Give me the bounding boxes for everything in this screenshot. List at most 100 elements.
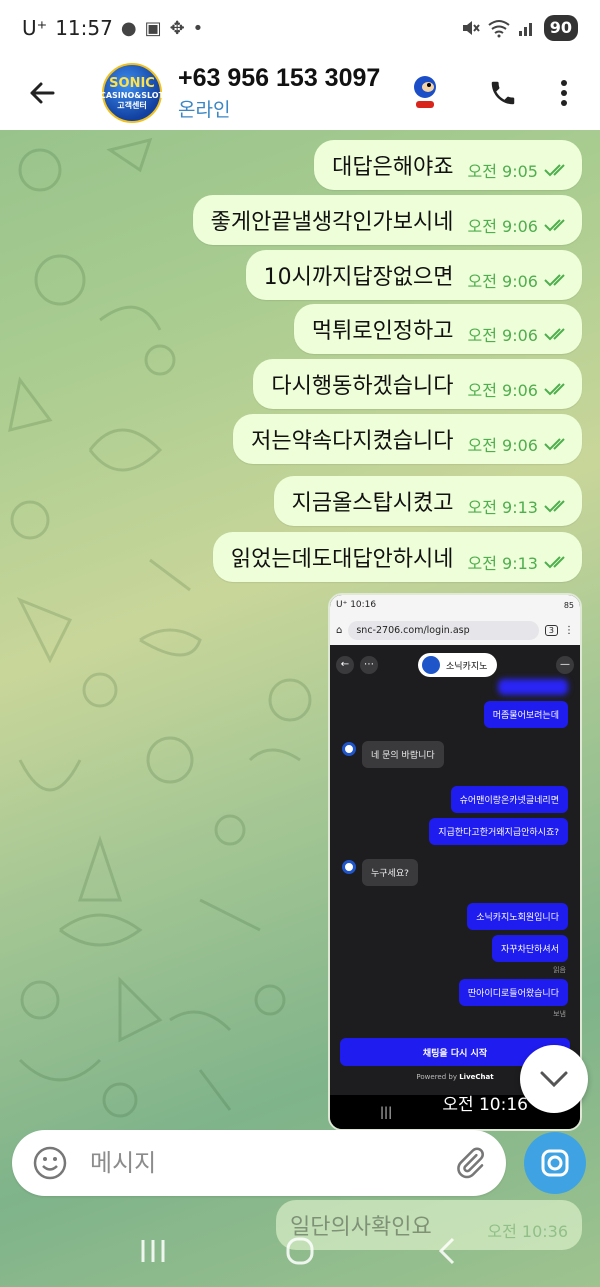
contact-info[interactable]: +63 956 153 3097 온라인 <box>178 64 408 122</box>
image-message-time: 오전 10:16 <box>442 1095 528 1115</box>
recent-apps-button[interactable] <box>123 1238 183 1271</box>
shot-agent-avatar <box>342 742 356 756</box>
more-options-button[interactable] <box>542 68 586 118</box>
shot-read-label: 읽음 <box>553 966 566 974</box>
double-check-icon <box>544 219 565 232</box>
double-check-icon <box>544 500 565 513</box>
shot-livechat-window: ← ⋯ 소닉카지노 — 머좀물어보려는데 네 문의 바랍니다 슈어맨이랑온카넷글… <box>330 645 580 1095</box>
message-bubble[interactable]: 다시행동하겠습니다 오전 9:06 <box>253 359 582 409</box>
more-vertical-icon <box>561 80 567 106</box>
back-button[interactable] <box>12 63 72 123</box>
attach-button[interactable] <box>450 1143 490 1183</box>
shot-status-time: U⁺ 10:16 <box>336 600 377 610</box>
recent-apps-icon <box>141 1240 165 1262</box>
shot-chat-bubble: 지급한다고한거왜지급안하시죠? <box>429 818 568 845</box>
double-check-icon <box>544 274 565 287</box>
system-nav-bar <box>0 1222 600 1287</box>
signal-icon <box>518 23 532 36</box>
phone-icon <box>491 81 515 105</box>
call-button[interactable] <box>478 68 528 118</box>
shot-status-bar: U⁺ 10:16 85 <box>330 595 580 615</box>
arrow-left-icon: ← <box>336 656 354 674</box>
shot-blurred-message <box>498 679 568 695</box>
paperclip-icon <box>457 1147 484 1179</box>
chevron-left-icon <box>438 1237 454 1265</box>
message-input[interactable] <box>90 1149 420 1177</box>
shot-browser-bar: ⌂ snc-2706.com/login.asp 3 ⋮ <box>330 615 580 645</box>
shot-sent-label: 보냄 <box>553 1010 566 1018</box>
shot-chat-bubble: 소닉카지노회원입니다 <box>467 903 568 930</box>
message-bubble[interactable]: 먹튀로인정하고 오전 9:06 <box>293 304 582 354</box>
more-horizontal-icon: ⋯ <box>360 656 378 674</box>
shot-agent-avatar <box>342 860 356 874</box>
shot-powered-label: Powered by <box>416 1073 457 1081</box>
message-time: 오전 9:06 <box>467 436 538 455</box>
message-text: 좋게안끝낼생각인가보시네 <box>210 210 454 235</box>
double-check-icon <box>544 164 565 177</box>
message-text: 먹튀로인정하고 <box>311 319 454 344</box>
shot-chat-top: ← ⋯ 소닉카지노 — <box>330 651 580 679</box>
message-time: 오전 9:13 <box>467 498 538 517</box>
message-time: 오전 9:06 <box>467 326 538 345</box>
message-time: 오전 9:06 <box>467 272 538 291</box>
shot-chat-bubble: 머좀물어보려는데 <box>483 701 568 728</box>
message-text: 읽었는데도대답안하시네 <box>230 547 454 572</box>
message-text: 10시까지답장없으면 <box>263 265 454 290</box>
arrow-left-icon <box>30 82 55 104</box>
back-nav-button[interactable] <box>417 1236 477 1273</box>
message-text: 저는약속다지켰습니다 <box>251 429 454 454</box>
clock: 11:57 <box>55 16 113 40</box>
emoji-button[interactable] <box>30 1143 70 1183</box>
carrier-label: U⁺ <box>22 16 48 40</box>
smiley-icon <box>33 1146 67 1180</box>
avatar-logo-text: SONIC <box>109 75 155 91</box>
message-time: 오전 9:06 <box>467 217 538 236</box>
sonic-emoji-icon <box>414 76 436 108</box>
shot-chat-bubble: 슈어맨이랑온카넷글네리면 <box>450 786 568 813</box>
shot-brand-pill: 소닉카지노 <box>418 653 498 677</box>
shot-battery: 85 <box>563 600 574 610</box>
contact-name: +63 956 153 3097 <box>178 64 381 92</box>
shot-chat-bubble: 네 문의 바랍니다 <box>362 741 444 768</box>
shot-url-field: snc-2706.com/login.asp <box>348 620 539 640</box>
shot-chat-bubble: 누구세요? <box>362 859 418 886</box>
shot-powered-brand: LiveChat <box>459 1073 494 1081</box>
home-circle-icon <box>286 1237 314 1265</box>
message-time: 오전 9:05 <box>467 162 538 181</box>
camera-icon <box>541 1149 569 1177</box>
more-vertical-icon: ⋮ <box>564 624 574 636</box>
contact-avatar[interactable]: SONIC CASINO&SLOT 고객센터 <box>100 63 164 123</box>
contact-status: 온라인 <box>178 99 231 121</box>
home-button[interactable] <box>270 1236 330 1273</box>
message-text: 지금올스탑시켰고 <box>291 491 454 516</box>
shot-brand-name: 소닉카지노 <box>446 661 488 672</box>
message-bubble[interactable]: 저는약속다지켰습니다 오전 9:06 <box>233 414 582 464</box>
dot-icon: • <box>192 17 204 39</box>
message-notification-icon: ● <box>120 17 137 39</box>
shot-chat-bubble: 딴아이디로들어왔습니다 <box>458 979 568 1006</box>
shot-chat-bubble: 자꾸차단하셔서 <box>492 935 568 962</box>
double-check-icon <box>544 383 565 396</box>
message-composer <box>12 1130 506 1196</box>
camera-button[interactable] <box>524 1132 586 1194</box>
status-bar: U⁺ 11:57 ● ▣ ✥ • 90 <box>0 0 600 56</box>
double-check-icon <box>544 328 565 341</box>
message-bubble[interactable]: 읽었는데도대답안하시네 오전 9:13 <box>212 532 582 582</box>
message-time: 오전 9:13 <box>467 554 538 573</box>
message-text: 대답은해야죠 <box>332 155 454 180</box>
scroll-to-bottom-button[interactable] <box>520 1045 588 1113</box>
message-bubble[interactable]: 10시까지답장없으면 오전 9:06 <box>245 250 582 300</box>
shot-tab-count: 3 <box>544 624 558 636</box>
shot-brand-logo <box>422 656 440 674</box>
gamepad-icon: ✥ <box>169 17 185 39</box>
double-check-icon <box>544 556 565 569</box>
chevron-down-icon <box>540 1071 568 1088</box>
message-text: 다시행동하겠습니다 <box>271 374 454 399</box>
wifi-icon <box>488 20 510 38</box>
recent-apps-icon: ||| <box>380 1105 393 1119</box>
message-bubble[interactable]: 좋게안끝낼생각인가보시네 오전 9:06 <box>192 195 582 245</box>
home-icon: ⌂ <box>336 624 343 636</box>
message-bubble[interactable]: 대답은해야죠 오전 9:05 <box>314 140 582 190</box>
message-bubble[interactable]: 지금올스탑시켰고 오전 9:13 <box>273 476 582 526</box>
battery-indicator: 90 <box>543 15 578 41</box>
